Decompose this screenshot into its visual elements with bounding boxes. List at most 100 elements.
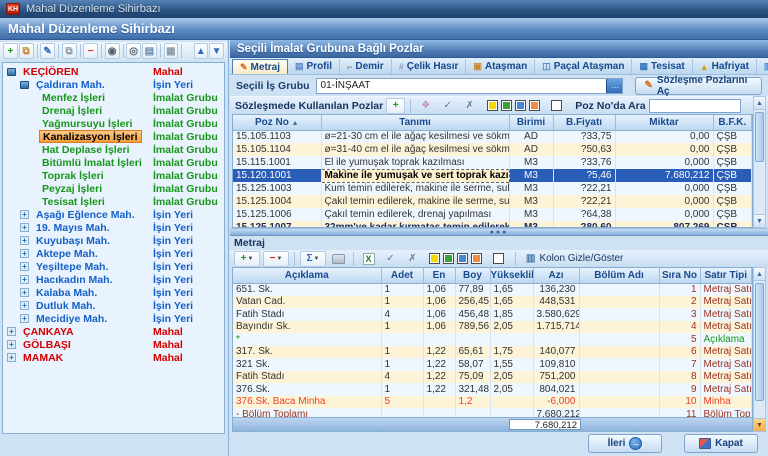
cell-boy[interactable]: 77,89 — [455, 283, 490, 296]
edit-button[interactable]: ✎ — [40, 43, 55, 59]
cell-boy[interactable]: 58,07 — [455, 358, 490, 371]
tree-item[interactable]: Peyzaj İşleriİmalat Grubu — [3, 182, 224, 195]
cell-en[interactable]: 1,06 — [423, 296, 455, 309]
move-down-button[interactable]: ▼ — [209, 43, 224, 59]
cell-adet[interactable] — [381, 333, 423, 346]
combobox-dropdown-button[interactable]: … — [606, 79, 622, 93]
cell-birim[interactable]: M3 — [509, 221, 553, 228]
cell-miktar[interactable]: 7.680,212 — [615, 169, 713, 182]
cell-sira[interactable]: 1 — [659, 283, 700, 296]
add-button[interactable]: + — [3, 43, 18, 59]
cell-azi[interactable] — [533, 333, 579, 346]
column-header[interactable]: Satır Tipi — [700, 268, 752, 283]
cell-miktar[interactable]: 0,00 — [615, 130, 713, 143]
poz-row[interactable]: 15.125.1003Kum temin edilerek, makine il… — [233, 182, 752, 195]
tree-item[interactable]: +Hacıkadın Mah.İşin Yeri — [3, 273, 224, 286]
column-header[interactable]: Adet — [381, 268, 423, 283]
cell-adet[interactable]: 1 — [381, 346, 423, 359]
cell-tanim[interactable]: Makine ile yumuşak ve sert toprak kazılm… — [321, 169, 509, 182]
work-group-combobox[interactable]: 01-İNŞAAT … — [316, 78, 624, 94]
cell-aciklama[interactable]: Bayındır Sk. — [233, 321, 381, 334]
poz-row[interactable]: 15.105.1104ø=31-40 cm el ile ağaç kesilm… — [233, 143, 752, 156]
panel-splitter[interactable]: ●●● — [230, 228, 768, 236]
metraj-grid-scrollbar[interactable]: ▲ ▼ — [753, 267, 766, 432]
cell-miktar[interactable]: 0,000 — [615, 156, 713, 169]
cell-en[interactable]: 1,22 — [423, 346, 455, 359]
tree-item[interactable]: +MAMAKMahal — [3, 351, 224, 364]
cell-bfk[interactable]: ÇŞB — [713, 182, 752, 195]
cell-en[interactable] — [423, 333, 455, 346]
expand-icon[interactable]: + — [20, 288, 29, 297]
cell-adet[interactable] — [381, 408, 423, 418]
cell-aciklama[interactable]: Vatan Cad. — [233, 296, 381, 309]
cell-aciklama[interactable]: Fatih Stadı — [233, 308, 381, 321]
cell-adet[interactable]: 1 — [381, 321, 423, 334]
cell-azi[interactable]: 136,230 — [533, 283, 579, 296]
cell-yukseklik[interactable]: 2,05 — [490, 383, 533, 396]
tab-çelik-hasır[interactable]: #Çelik Hasır — [392, 59, 467, 74]
cell-bolum[interactable] — [579, 296, 659, 309]
scrollbar-thumb[interactable] — [755, 283, 764, 401]
cell-yukseklik[interactable] — [490, 408, 533, 418]
cell-birim[interactable]: M3 — [509, 169, 553, 182]
attach-button[interactable]: ⧉ — [19, 43, 34, 59]
cell-poz_no[interactable]: 15.105.1104 — [233, 143, 321, 156]
cell-en[interactable]: 1,06 — [423, 321, 455, 334]
cell-adet[interactable]: 1 — [381, 296, 423, 309]
cell-miktar[interactable]: 807,269 — [615, 221, 713, 228]
column-header[interactable]: Miktar — [615, 115, 713, 130]
column-header[interactable]: Azı — [533, 268, 579, 283]
tab-metraj[interactable]: ✎Metraj — [232, 59, 288, 74]
clear-filter-button[interactable]: ❖ — [416, 98, 435, 114]
cell-adet[interactable]: 1 — [381, 283, 423, 296]
expand-icon[interactable]: + — [20, 301, 29, 310]
cell-boy[interactable]: 456,48 — [455, 308, 490, 321]
tree-item[interactable]: Çaldıran Mah.İşin Yeri — [3, 78, 224, 91]
cell-miktar[interactable]: 0,000 — [615, 182, 713, 195]
export-excel-button[interactable]: X — [359, 251, 378, 267]
column-header[interactable]: Açıklama — [233, 268, 381, 283]
expand-icon[interactable]: + — [7, 327, 16, 336]
tab-tutanaklar[interactable]: ▥Tutanaklar — [757, 59, 768, 74]
cell-aciklama[interactable]: 376.Sk. Baca Minha — [233, 396, 381, 409]
metraj-row[interactable]: 376.Sk. Baca Minha51,2-6,00010Minha — [233, 396, 752, 409]
scroll-down-button[interactable]: ▼ — [754, 214, 765, 227]
move-up-button[interactable]: ▲ — [194, 43, 209, 59]
cell-aciklama[interactable]: 651. Sk. — [233, 283, 381, 296]
scrollbar-thumb[interactable] — [755, 112, 764, 162]
column-header[interactable]: Tanımı — [321, 115, 509, 130]
cell-fiyat[interactable]: ?22,21 — [553, 195, 615, 208]
cell-azi[interactable]: 751,200 — [533, 371, 579, 384]
cell-en[interactable] — [423, 408, 455, 418]
cell-tip[interactable]: Metraj Satırı — [700, 358, 752, 371]
cell-sira[interactable]: 5 — [659, 333, 700, 346]
tree-item[interactable]: Hat Deplase İşleriİmalat Grubu — [3, 143, 224, 156]
cell-fiyat[interactable]: ?64,38 — [553, 208, 615, 221]
cell-tanim[interactable]: El ile yumuşak toprak kazılması — [321, 156, 509, 169]
cell-tip[interactable]: Metraj Satırı — [700, 383, 752, 396]
tree-item[interactable]: +Kuyubaşı Mah.İşin Yeri — [3, 234, 224, 247]
metraj-row[interactable]: 376.Sk.11,22321,482,05804,0219Metraj Sat… — [233, 383, 752, 396]
cell-aciklama[interactable]: - Bölüm Toplamı — [233, 408, 381, 418]
add-poz-button[interactable]: + — [386, 98, 405, 114]
cell-bfk[interactable]: ÇŞB — [713, 169, 752, 182]
cell-bolum[interactable] — [579, 321, 659, 334]
cell-bolum[interactable] — [579, 346, 659, 359]
poz-row[interactable]: 15.125.100732mm'ye kadar kırmataş temin … — [233, 221, 752, 228]
copy-button[interactable]: ⧉ — [62, 43, 77, 59]
cell-boy[interactable] — [455, 333, 490, 346]
cell-aciklama[interactable]: 317. Sk. — [233, 346, 381, 359]
metraj-row[interactable]: Bayındır Sk.11,06789,562,051.715,7144Met… — [233, 321, 752, 334]
cell-boy[interactable]: 1,2 — [455, 396, 490, 409]
cell-tip[interactable]: Metraj Satırı — [700, 308, 752, 321]
cell-yukseklik[interactable]: 1,85 — [490, 308, 533, 321]
column-header[interactable]: Yükseklik — [490, 268, 533, 283]
cell-boy[interactable]: 256,45 — [455, 296, 490, 309]
cell-miktar[interactable]: 0,000 — [615, 195, 713, 208]
cell-adet[interactable]: 1 — [381, 358, 423, 371]
close-button[interactable]: Kapat — [684, 434, 758, 453]
cell-tanim[interactable]: Çakıl temin edilerek, makine ile serme, … — [321, 195, 509, 208]
cell-boy[interactable]: 75,09 — [455, 371, 490, 384]
cell-fiyat[interactable]: ?50,63 — [553, 143, 615, 156]
scroll-up-button[interactable]: ▲ — [754, 97, 765, 110]
